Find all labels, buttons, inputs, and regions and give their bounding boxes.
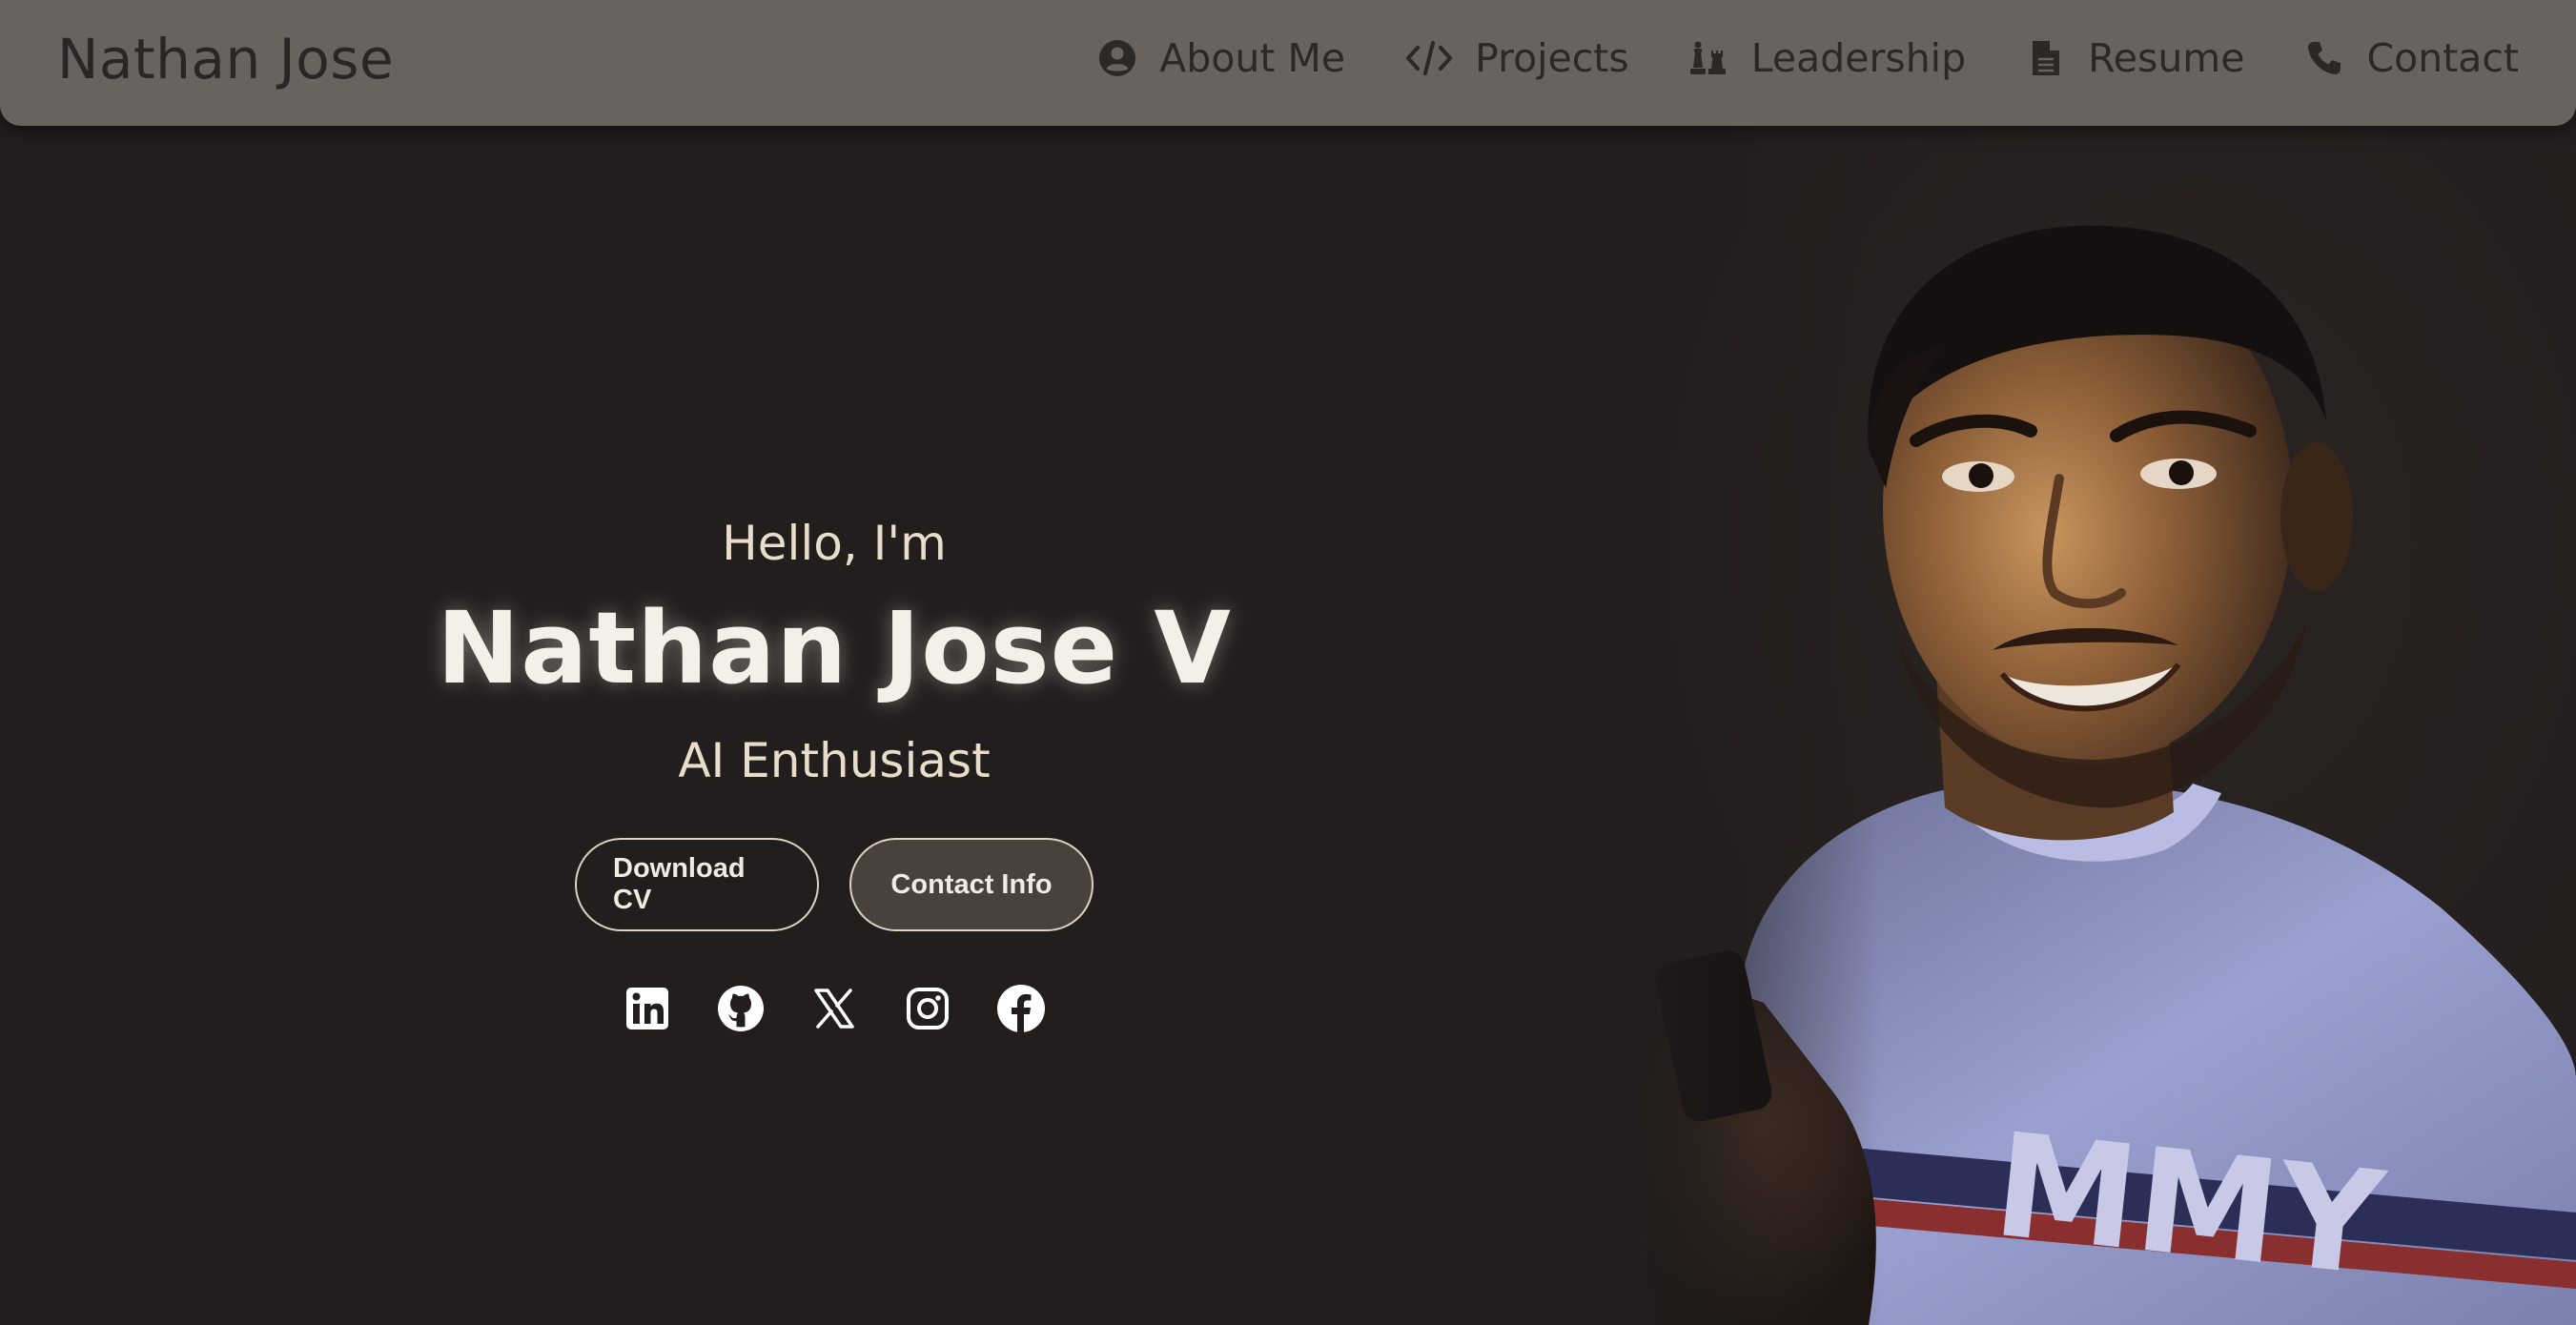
- hero-role: AI Enthusiast: [678, 733, 991, 788]
- nav-item-leadership[interactable]: Leadership: [1688, 34, 1966, 82]
- linkedin-icon[interactable]: [623, 984, 672, 1033]
- brand-logo[interactable]: Nathan Jose: [57, 26, 394, 92]
- x-twitter-icon[interactable]: [809, 984, 859, 1033]
- nav-item-resume[interactable]: Resume: [2025, 34, 2244, 82]
- contact-info-button[interactable]: Contact Info: [849, 838, 1094, 931]
- nav-item-projects[interactable]: Projects: [1404, 34, 1629, 82]
- hero-greeting: Hello, I'm: [722, 516, 947, 571]
- nav-item-about-me[interactable]: About Me: [1096, 34, 1345, 82]
- download-cv-button[interactable]: Download CV: [575, 838, 819, 931]
- profile-photo: MMY: [1583, 126, 2576, 1325]
- github-icon[interactable]: [716, 984, 766, 1033]
- nav-menu: About Me Projects Leadership Resume Cont…: [1096, 34, 2519, 82]
- document-icon: [2025, 37, 2067, 79]
- code-icon: [1404, 37, 1454, 79]
- nav-item-contact[interactable]: Contact: [2303, 34, 2519, 82]
- user-circle-icon: [1096, 37, 1138, 79]
- hero-name: Nathan Jose V: [437, 590, 1232, 706]
- nav-item-label: Resume: [2088, 35, 2245, 81]
- facebook-icon[interactable]: [996, 984, 1046, 1033]
- chess-icon: [1688, 37, 1730, 79]
- hero-buttons: Download CV Contact Info: [0, 838, 1668, 931]
- phone-icon: [2303, 37, 2345, 79]
- nav-item-label: Contact: [2366, 35, 2519, 81]
- nav-item-label: Projects: [1475, 35, 1629, 81]
- nav-item-label: Leadership: [1750, 35, 1967, 81]
- instagram-icon[interactable]: [903, 984, 952, 1033]
- social-links: [0, 984, 1668, 1033]
- hero-section: Hello, I'm Nathan Jose V AI Enthusiast D…: [0, 126, 1668, 1325]
- nav-item-label: About Me: [1159, 35, 1346, 81]
- navbar: Nathan Jose About Me Projects Leadership…: [0, 0, 2576, 126]
